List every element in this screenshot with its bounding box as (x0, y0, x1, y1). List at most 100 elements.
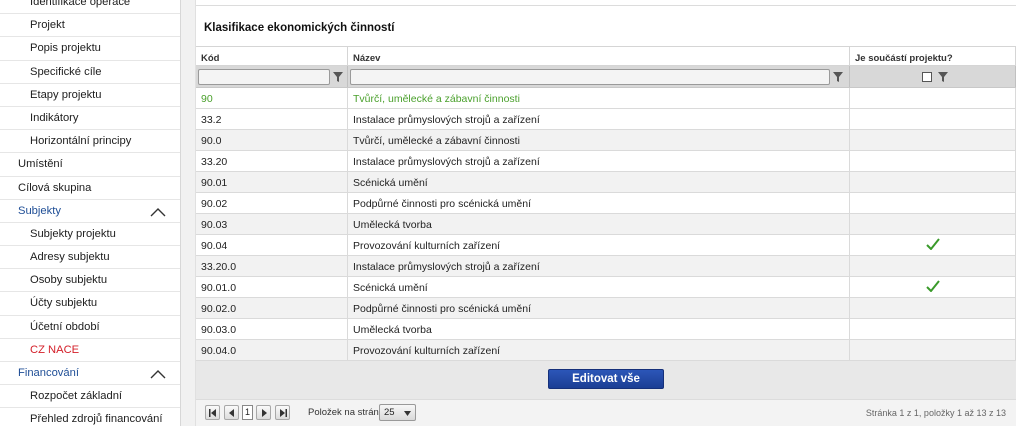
filter-icon[interactable] (832, 71, 844, 83)
sidebar-item-ucetni-obdobi[interactable]: Účetní období (0, 316, 180, 339)
table-row[interactable]: 90.04.0 Provozování kulturních zařízení (196, 340, 1016, 361)
chevron-up-icon[interactable] (150, 207, 166, 217)
main-panel: Klasifikace ekonomických činností Kód Ná… (196, 0, 1024, 426)
cell-nazev: Provozování kulturních zařízení (348, 340, 850, 360)
table-row[interactable]: 90.01.0 Scénická umění (196, 277, 1016, 298)
table-row[interactable]: 90 Tvůrčí, umělecké a zábavní činnosti (196, 88, 1016, 109)
sidebar-item-indikatory[interactable]: Indikátory (0, 107, 180, 131)
sidebar-separator (181, 0, 196, 426)
edit-all-button[interactable]: Editovat vše (548, 369, 664, 389)
table-row[interactable]: 90.01 Scénická umění (196, 172, 1016, 193)
cell-kod: 90.04 (196, 235, 348, 255)
prev-page-button[interactable] (224, 405, 239, 420)
action-bar: Editovat vše (196, 361, 1016, 399)
sidebar-item-identifikace-operace[interactable]: Identifikace operace (0, 0, 180, 15)
table-row[interactable]: 90.02.0 Podpůrné činnosti pro scénická um… (196, 298, 1016, 319)
sidebar-item-subjekty-projektu[interactable]: Subjekty projektu (0, 223, 180, 247)
table-row[interactable]: 90.02 Podpůrné činnosti pro scénická uměn… (196, 193, 1016, 214)
cell-soucast (850, 151, 1016, 171)
cell-nazev: Instalace průmyslových strojů a zařízení (348, 151, 850, 171)
cell-nazev: Umělecká tvorba (348, 214, 850, 234)
sidebar: Identifikace operace Projekt Popis projekt… (0, 0, 181, 426)
sidebar-item-label: Osoby subjektu (30, 274, 108, 287)
table-row[interactable]: 90.03 Umělecká tvorba (196, 214, 1016, 235)
page-size-select[interactable]: 25 (379, 404, 416, 421)
cell-nazev: Podpůrné činnosti pro scénická umění (348, 298, 850, 318)
column-header-nazev[interactable]: Název (348, 47, 850, 65)
sidebar-item-label: Specifické cíle (30, 65, 102, 78)
sidebar-item-label: Účetní období (30, 320, 100, 333)
checkmark-icon (926, 280, 940, 292)
cell-soucast (850, 172, 1016, 192)
grid-body: 90 Tvůrčí, umělecké a zábavní činnosti 33.… (196, 88, 1016, 361)
next-page-button[interactable] (256, 405, 271, 420)
filter-icon[interactable] (937, 71, 949, 83)
cell-kod: 90.02 (196, 193, 348, 213)
last-page-button[interactable] (275, 405, 290, 420)
cell-soucast (850, 130, 1016, 150)
filter-input-kod[interactable] (198, 69, 330, 85)
sidebar-item-horizontalni-principy[interactable]: Horizontální principy (0, 130, 180, 154)
sidebar-item-umisteni[interactable]: Umístění (0, 153, 180, 177)
cell-kod: 90.03 (196, 214, 348, 234)
sidebar-item-rozpocet-zakladni[interactable]: Rozpočet základní (0, 385, 180, 409)
sidebar-item-label: Horizontální principy (30, 135, 132, 148)
cell-soucast (850, 88, 1016, 108)
filter-row (196, 66, 1016, 88)
table-row[interactable]: 33.20.0 Instalace průmyslových strojů a z… (196, 256, 1016, 277)
cell-kod: 90.04.0 (196, 340, 348, 360)
panel-title: Klasifikace ekonomických činností (204, 22, 395, 34)
cell-nazev: Instalace průmyslových strojů a zařízení (348, 256, 850, 276)
cell-nazev: Tvůrčí, umělecké a zábavní činnosti (348, 88, 850, 108)
page-size-label: Položek na stránku (308, 407, 389, 418)
first-page-icon (209, 409, 216, 417)
table-row[interactable]: 90.03.0 Umělecká tvorba (196, 319, 1016, 340)
sidebar-item-cz-nace[interactable]: CZ NACE (0, 339, 180, 362)
filter-checkbox[interactable] (922, 72, 932, 82)
filter-input-nazev[interactable] (350, 69, 830, 85)
cell-nazev: Scénická umění (348, 172, 850, 192)
sidebar-item-label: Cílová skupina (18, 181, 92, 194)
table-row[interactable]: 90.0 Tvůrčí, umělecké a zábavní činnosti (196, 130, 1016, 151)
cell-kod: 33.2 (196, 109, 348, 129)
column-header-soucast[interactable]: Je součástí projektu? (850, 47, 1016, 65)
sidebar-item-label: CZ NACE (30, 343, 80, 356)
sidebar-item-projekt[interactable]: Projekt (0, 14, 180, 38)
page-size-value: 25 (384, 407, 395, 418)
panel-top-border (196, 0, 1016, 6)
sidebar-item-cilova-skupina[interactable]: Cílová skupina (0, 177, 180, 200)
table-row[interactable]: 90.04 Provozování kulturních zařízení (196, 235, 1016, 256)
cell-nazev: Instalace průmyslových strojů a zařízení (348, 109, 850, 129)
sidebar-list: Identifikace operace Projekt Popis projekt… (0, 0, 180, 426)
cell-soucast (850, 193, 1016, 213)
first-page-button[interactable] (205, 405, 220, 420)
filter-icon[interactable] (332, 71, 344, 83)
table-row[interactable]: 33.2 Instalace průmyslových strojů a zaří… (196, 109, 1016, 130)
cell-soucast (850, 109, 1016, 129)
sidebar-item-label: Účty subjektu (30, 297, 98, 310)
cell-kod: 90.01 (196, 172, 348, 192)
cell-nazev: Scénická umění (348, 277, 850, 297)
checkmark-icon (926, 238, 940, 250)
grid-header: Kód Název Je součástí projektu? (196, 46, 1016, 66)
sidebar-item-label: Subjekty (18, 204, 61, 217)
cell-soucast (850, 256, 1016, 276)
cell-nazev: Tvůrčí, umělecké a zábavní činnosti (348, 130, 850, 150)
sidebar-item-popis-projektu[interactable]: Popis projektu (0, 37, 180, 61)
sidebar-item-adresy-subjektu[interactable]: Adresy subjektu (0, 246, 180, 270)
next-page-icon (262, 409, 267, 417)
sidebar-item-prehled-zdroju-financovani[interactable]: Přehled zdrojů financování (0, 408, 180, 426)
sidebar-item-specificke-cile[interactable]: Specifické cíle (0, 61, 180, 84)
chevron-up-icon[interactable] (150, 370, 166, 379)
sidebar-item-label: Indikátory (30, 111, 79, 124)
sidebar-item-financovani[interactable]: Financování (0, 362, 180, 386)
sidebar-item-osoby-subjektu[interactable]: Osoby subjektu (0, 269, 180, 293)
cell-kod: 90.01.0 (196, 277, 348, 297)
sidebar-item-subjekty[interactable]: Subjekty (0, 200, 180, 223)
table-row[interactable]: 33.20 Instalace průmyslových strojů a zař… (196, 151, 1016, 172)
sidebar-item-ucty-subjektu[interactable]: Účty subjektu (0, 292, 180, 316)
column-header-kod[interactable]: Kód (196, 47, 348, 65)
sidebar-item-etapy-projektu[interactable]: Etapy projektu (0, 84, 180, 107)
current-page[interactable]: 1 (242, 405, 253, 420)
cell-soucast (850, 319, 1016, 339)
